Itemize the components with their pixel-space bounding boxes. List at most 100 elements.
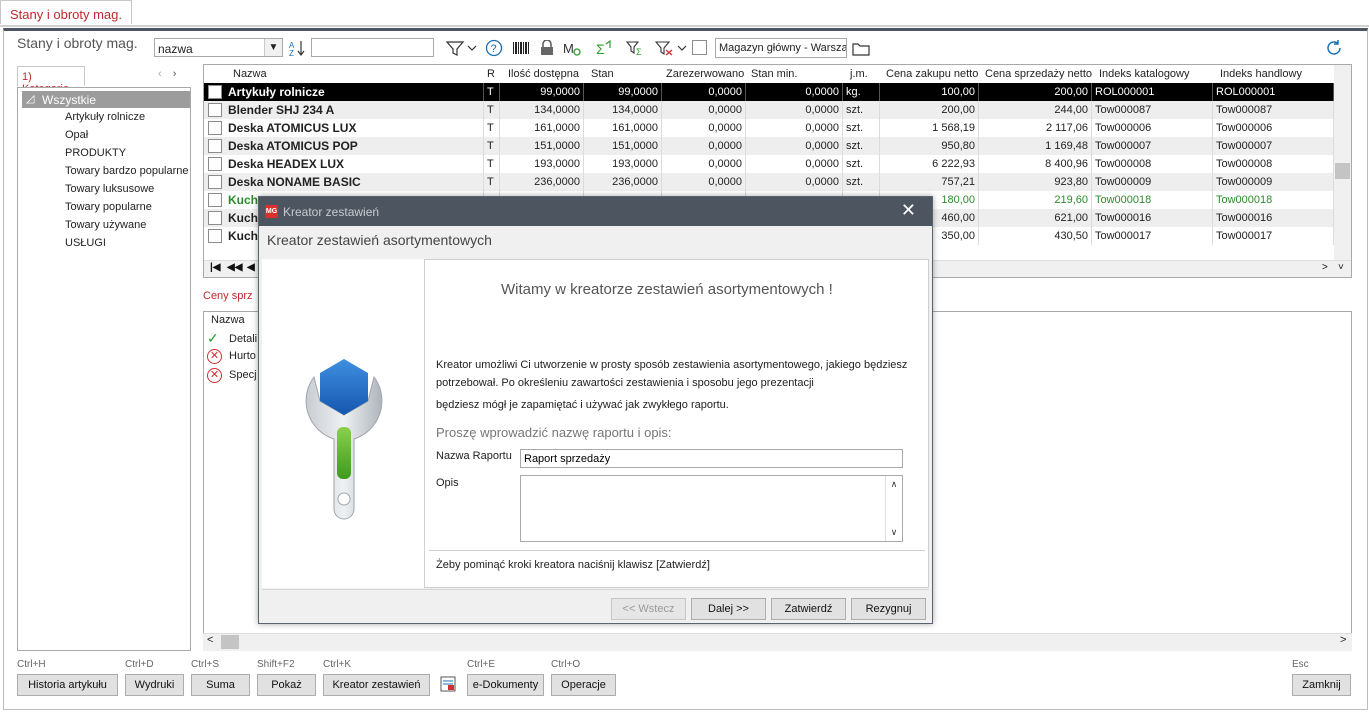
prev-record-button[interactable]: ◀ (247, 262, 255, 273)
input-prompt: Proszę wprowadzić nazwę raportu i opis: (436, 425, 672, 440)
category-item[interactable]: Towary luksusowe (65, 183, 154, 195)
table-cell: 0,0000 (746, 83, 843, 101)
column-header-indeks-katalogowy[interactable]: Indeks katalogowy (1099, 65, 1190, 83)
chevron-down-icon[interactable] (465, 38, 479, 58)
cancel-button[interactable]: Rezygnuj (851, 598, 926, 620)
chevron-left-icon[interactable]: ‹ (158, 68, 162, 80)
collapse-icon[interactable]: ◿ (26, 92, 34, 105)
table-row[interactable]: Deska HEADEX LUX T 193,0000 193,0000 0,0000 0… (204, 155, 1334, 173)
sigma-icon[interactable]: Σ (594, 38, 614, 58)
tab-kategorie[interactable]: 1) Kategorie (17, 66, 85, 95)
toolbar-checkbox[interactable] (692, 40, 707, 55)
help-icon[interactable]: ? (484, 38, 504, 58)
chevron-down-icon[interactable] (675, 38, 689, 58)
search-input[interactable] (311, 38, 434, 57)
table-cell: 0,0000 (746, 173, 843, 191)
row-checkbox[interactable] (208, 103, 222, 117)
filter-sum-icon[interactable]: Σ (625, 38, 645, 58)
row-checkbox[interactable] (208, 193, 222, 207)
refresh-icon[interactable] (1324, 38, 1344, 58)
table-cell: Tow000016 (1213, 209, 1334, 227)
suma-button[interactable]: Suma (191, 674, 250, 696)
description-scrollbar[interactable]: ∧ ∨ (885, 476, 902, 541)
operacje-button[interactable]: Operacje (551, 674, 616, 696)
table-cell: 0,0000 (746, 119, 843, 137)
table-row[interactable]: Deska ATOMICUS POP T 151,0000 151,0000 0,000… (204, 137, 1334, 155)
scroll-right-icon[interactable]: > (1340, 634, 1346, 646)
shortcut-label: Ctrl+O (551, 659, 581, 670)
category-item[interactable]: Artykuły rolnicze (65, 111, 145, 123)
category-item[interactable]: Towary bardzo popularne (65, 165, 189, 177)
table-row[interactable]: Deska ATOMICUS LUX T 161,0000 161,0000 0,000… (204, 119, 1334, 137)
table-cell: ROL000001 (1092, 83, 1213, 101)
wydruki-button[interactable]: Wydruki (125, 674, 184, 696)
tab-ceny-sprzedazy[interactable]: Ceny sprz (203, 287, 263, 307)
table-row[interactable]: Blender SHJ 234 A T 134,0000 134,0000 0,0000… (204, 101, 1334, 119)
chevron-down-icon[interactable]: ∨ (886, 527, 902, 538)
pokaz-button[interactable]: Pokaż (257, 674, 316, 696)
column-header-cena-zakupu[interactable]: Cena zakupu netto (886, 65, 978, 83)
scroll-left-icon[interactable]: < (207, 634, 213, 646)
historia-artykulu-button[interactable]: Historia artykułu (17, 674, 118, 696)
folder-icon[interactable] (851, 38, 871, 58)
welcome-text: Witamy w kreatorze zestawień asortymento… (501, 281, 833, 298)
category-item[interactable]: PRODUKTY (65, 147, 126, 159)
column-header-cena-sprzedazy[interactable]: Cena sprzedaży netto (985, 65, 1092, 83)
tab-stany-i-obroty[interactable]: Stany i obroty mag. (0, 0, 132, 24)
column-header-nazwa[interactable]: Nazwa (233, 65, 267, 83)
chevron-right-icon[interactable]: › (173, 68, 177, 80)
filter-clear-icon[interactable] (654, 38, 674, 58)
category-item[interactable]: Towary popularne (65, 201, 152, 213)
category-item[interactable]: Opał (65, 129, 88, 141)
scroll-right-icon[interactable]: > (1322, 262, 1328, 273)
lock-icon[interactable] (537, 38, 557, 58)
m-special-icon[interactable]: M (562, 38, 582, 58)
table-row[interactable]: Artykuły rolnicze T 99,0000 99,0000 0,0000 0,… (204, 83, 1334, 101)
column-header-stan[interactable]: Stan (591, 65, 614, 83)
first-record-button[interactable]: |◀ (210, 262, 221, 273)
confirm-button[interactable]: Zatwierdź (771, 598, 846, 620)
zamknij-button[interactable]: Zamknij (1292, 674, 1351, 696)
e-dokumenty-button[interactable]: e-Dokumenty (467, 674, 544, 696)
column-header-r[interactable]: R (487, 65, 495, 83)
next-button[interactable]: Dalej >> (691, 598, 766, 620)
sort-field-select[interactable]: nazwa ▼ (154, 38, 283, 57)
column-header-jm[interactable]: j.m. (850, 65, 868, 83)
prev-page-button[interactable]: ◀◀ (227, 262, 242, 273)
row-checkbox[interactable] (208, 175, 222, 189)
sort-az-icon[interactable]: AZ (287, 38, 307, 58)
chevron-down-icon[interactable]: ˅ (1338, 262, 1344, 273)
prices-horizontal-scrollbar[interactable] (203, 633, 1352, 651)
skip-hint: Żeby pominąć kroki kreatora naciśnij kla… (436, 559, 710, 571)
svg-text:Σ: Σ (636, 47, 642, 56)
description-textarea[interactable]: ∧ ∨ (520, 475, 903, 542)
table-cell: 1 568,19 (880, 119, 979, 137)
category-item[interactable]: Towary używane (65, 219, 146, 231)
barcode-icon[interactable] (511, 38, 531, 58)
column-header-zarezerwowano[interactable]: Zarezerwowano (666, 65, 744, 83)
column-header-indeks-handlowy[interactable]: Indeks handlowy (1220, 65, 1302, 83)
column-header-ilosc[interactable]: Ilość dostępna (508, 65, 579, 83)
row-checkbox[interactable] (208, 85, 222, 99)
row-checkbox[interactable] (208, 139, 222, 153)
grid-scroll-thumb[interactable] (1335, 163, 1350, 179)
filter-icon[interactable] (445, 38, 465, 58)
chevron-up-icon[interactable]: ∧ (886, 479, 902, 490)
row-checkbox[interactable] (208, 121, 222, 135)
prices-scroll-thumb[interactable] (221, 635, 239, 649)
table-cell: Tow000007 (1213, 137, 1334, 155)
report-icon[interactable] (440, 676, 456, 692)
chevron-down-icon[interactable]: ▼ (264, 39, 282, 56)
row-checkbox[interactable] (208, 211, 222, 225)
category-root[interactable]: ◿ Wszystkie (22, 91, 190, 108)
kreator-zestawien-button[interactable]: Kreator zestawień (323, 674, 430, 696)
row-checkbox[interactable] (208, 229, 222, 243)
back-button[interactable]: << Wstecz (611, 598, 686, 620)
close-icon[interactable]: ✕ (901, 200, 916, 221)
warehouse-select[interactable]: Magazyn główny - Warsza (715, 38, 847, 58)
category-item[interactable]: USŁUGI (65, 237, 106, 249)
column-header-stan-min[interactable]: Stan min. (751, 65, 797, 83)
table-row[interactable]: Deska NONAME BASIC T 236,0000 236,0000 0,000… (204, 173, 1334, 191)
row-checkbox[interactable] (208, 157, 222, 171)
report-name-input[interactable] (520, 449, 903, 468)
